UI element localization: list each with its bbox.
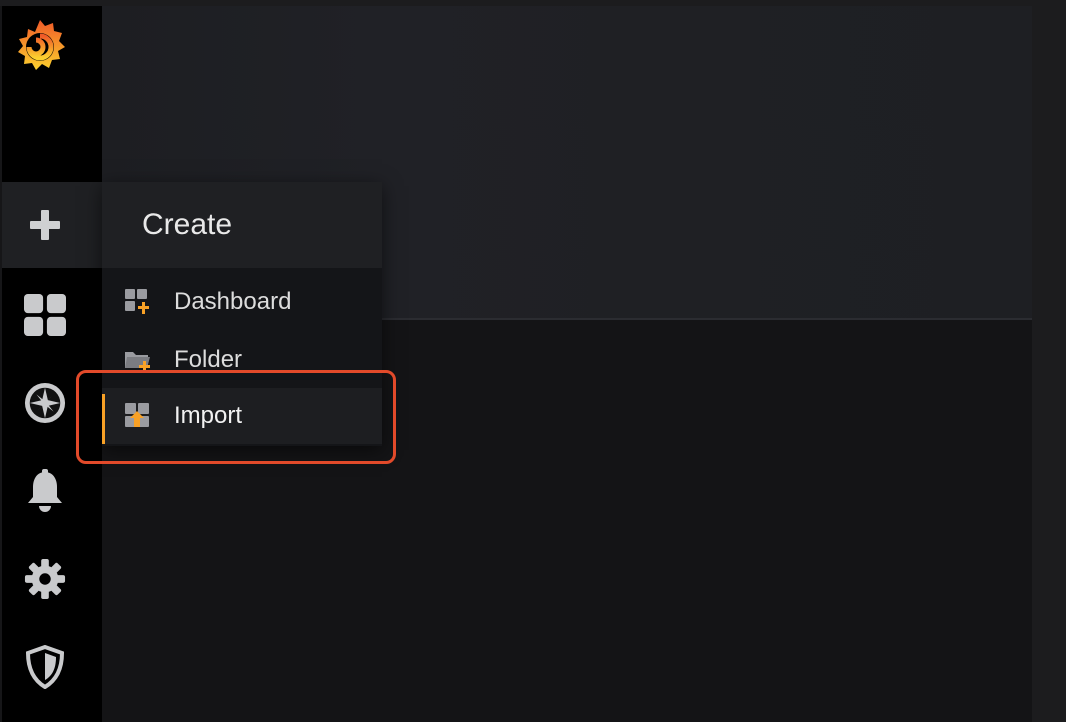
gear-icon xyxy=(24,558,66,600)
menu-item-label: Dashboard xyxy=(174,288,292,315)
create-menu-title: Create xyxy=(142,208,233,241)
sidebar-item-server-admin[interactable] xyxy=(2,624,102,710)
compass-icon xyxy=(24,382,66,424)
side-menu xyxy=(2,6,102,722)
sidebar-item-create[interactable] xyxy=(2,182,102,268)
screenshot-frame: Create Dashboard Folder Import xyxy=(0,0,1066,722)
menu-item-dashboard[interactable]: Dashboard xyxy=(102,274,382,330)
shield-icon xyxy=(24,645,66,689)
sidebar-item-dashboards[interactable] xyxy=(2,272,102,358)
dashboard-add-icon xyxy=(124,288,152,316)
bell-icon xyxy=(24,469,66,512)
divider xyxy=(382,318,1032,320)
grafana-logo-icon[interactable] xyxy=(10,14,70,78)
sidebar-item-configuration[interactable] xyxy=(2,536,102,622)
plus-icon xyxy=(24,204,66,246)
right-edge xyxy=(1032,0,1066,722)
highlight-annotation xyxy=(76,370,396,464)
create-menu-header[interactable]: Create xyxy=(102,182,382,268)
grid-icon xyxy=(24,294,66,336)
